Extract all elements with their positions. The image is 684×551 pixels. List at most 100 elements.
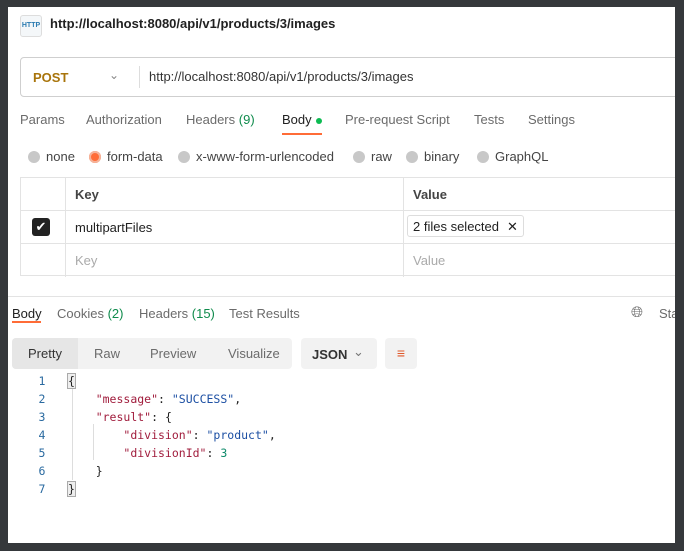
wrap-lines-icon[interactable]: ≡ — [385, 338, 417, 369]
tab-pre-request-script[interactable]: Pre-request Script — [345, 112, 450, 127]
format-label: JSON — [312, 347, 348, 362]
view-raw[interactable]: Raw — [94, 346, 120, 361]
view-preview[interactable]: Preview — [150, 346, 196, 361]
radio-graphql[interactable]: GraphQL — [477, 149, 548, 164]
column-divider — [65, 244, 66, 277]
line-number: 2 — [38, 392, 46, 406]
radio-none[interactable]: none — [28, 149, 75, 164]
tab-label: Headers — [186, 112, 236, 127]
response-tab-headers[interactable]: Headers (15) — [139, 306, 215, 321]
response-tab-body[interactable]: Body — [12, 306, 42, 321]
response-tab-test-results[interactable]: Test Results — [229, 306, 300, 321]
active-tab-underline — [12, 321, 41, 323]
radio-icon — [406, 150, 418, 163]
view-visualize[interactable]: Visualize — [228, 346, 280, 361]
method-select[interactable]: POST — [33, 70, 68, 85]
column-divider — [403, 244, 404, 277]
tab-body[interactable]: Body — [282, 112, 322, 127]
line-number: 1 — [38, 374, 46, 388]
response-tab-cookies[interactable]: Cookies (2) — [57, 306, 123, 321]
tab-label: Cookies — [57, 306, 104, 321]
table-row: ✔ multipartFiles 2 files selected ✕ — [21, 211, 675, 244]
url-input[interactable]: http://localhost:8080/api/v1/products/3/… — [149, 69, 414, 84]
radio-label: raw — [371, 149, 392, 164]
json-string: "product" — [206, 428, 269, 442]
line-number: 4 — [38, 428, 46, 442]
radio-label: form-data — [107, 149, 163, 164]
json-key: "result" — [95, 410, 152, 424]
line-number: 6 — [38, 464, 46, 478]
radio-label: none — [46, 149, 75, 164]
radio-form-data[interactable]: form-data — [89, 149, 163, 164]
key-cell[interactable]: multipartFiles — [75, 220, 152, 235]
column-divider — [403, 178, 404, 210]
status-dot-icon — [315, 117, 322, 124]
tab-authorization[interactable]: Authorization — [86, 112, 162, 127]
view-pretty[interactable]: Pretty — [28, 346, 62, 361]
json-number: 3 — [220, 446, 228, 460]
radio-label: binary — [424, 149, 460, 164]
column-divider — [403, 211, 404, 243]
tab-count: (2) — [107, 306, 124, 321]
file-chip[interactable]: 2 files selected ✕ — [407, 215, 524, 237]
column-divider — [65, 211, 66, 243]
code-line: "message": "SUCCESS", — [95, 392, 242, 406]
form-data-table: Key Value ✔ multipartFiles 2 files selec… — [20, 177, 675, 277]
code-line: { — [67, 373, 76, 389]
view-mode-segmented: Pretty Raw Preview Visualize — [12, 338, 292, 369]
json-string: "SUCCESS" — [171, 392, 235, 406]
radio-binary[interactable]: binary — [406, 149, 459, 164]
value-header: Value — [413, 187, 447, 202]
url-bar: POST ⌄ http://localhost:8080/api/v1/prod… — [20, 57, 675, 97]
tab-count: (15) — [191, 306, 215, 321]
active-tab-underline — [282, 133, 322, 135]
radio-label: GraphQL — [495, 149, 549, 164]
format-select[interactable]: JSON ⌄ — [301, 338, 377, 369]
row-checkbox[interactable]: ✔ — [32, 218, 50, 236]
divider — [139, 66, 140, 88]
radio-icon — [477, 150, 489, 163]
brace: } — [95, 464, 103, 478]
tab-settings[interactable]: Settings — [528, 112, 575, 127]
column-divider — [65, 178, 66, 210]
chevron-down-icon: ⌄ — [353, 344, 364, 359]
file-count: 2 files selected — [413, 219, 499, 234]
tab-label: Body — [282, 112, 312, 127]
radio-selected-icon — [89, 150, 101, 163]
tab-tests[interactable]: Tests — [474, 112, 504, 127]
radio-icon — [353, 150, 365, 163]
value-input[interactable]: Value — [413, 253, 445, 268]
line-number: 7 — [38, 482, 46, 496]
tab-count: (9) — [238, 112, 255, 127]
radio-icon — [178, 150, 190, 163]
code-line: "divisionId": 3 — [123, 446, 228, 460]
radio-x-www-form-urlencoded[interactable]: x-www-form-urlencoded — [178, 149, 334, 164]
radio-icon — [28, 150, 40, 163]
code-line: } — [68, 464, 103, 478]
globe-icon[interactable]: 🌐︎ — [631, 304, 643, 321]
radio-raw[interactable]: raw — [353, 149, 392, 164]
radio-label: x-www-form-urlencoded — [196, 149, 334, 164]
tab-headers[interactable]: Headers (9) — [186, 112, 255, 127]
chevron-down-icon[interactable]: ⌄ — [109, 68, 119, 82]
code-line: "result": { — [95, 410, 172, 424]
json-key: "division" — [123, 428, 193, 442]
request-title[interactable]: http://localhost:8080/api/v1/products/3/… — [50, 16, 335, 31]
tab-params[interactable]: Params — [20, 112, 65, 127]
brace: } — [67, 481, 76, 497]
status-label: Sta — [659, 306, 675, 321]
line-number: 5 — [38, 446, 46, 460]
line-number: 3 — [38, 410, 46, 424]
brace: { — [67, 373, 76, 389]
pane-divider[interactable] — [8, 296, 675, 297]
code-line: } — [67, 481, 76, 497]
json-key: "message" — [95, 392, 159, 406]
close-icon[interactable]: ✕ — [507, 219, 518, 234]
http-request-icon: HTTP — [20, 15, 42, 37]
table-header-row: Key Value — [21, 178, 675, 211]
key-header: Key — [75, 187, 99, 202]
postman-window: HTTP http://localhost:8080/api/v1/produc… — [8, 7, 675, 543]
code-line: "division": "product", — [123, 428, 276, 442]
tab-label: Headers — [139, 306, 189, 321]
key-input[interactable]: Key — [75, 253, 97, 268]
